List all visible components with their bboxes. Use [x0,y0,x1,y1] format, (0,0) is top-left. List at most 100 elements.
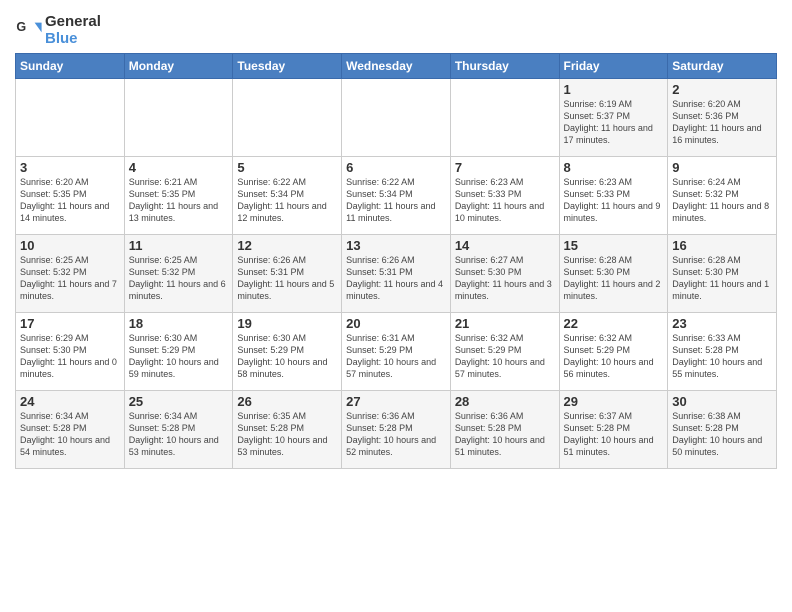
day-number: 25 [129,394,229,409]
day-number: 28 [455,394,555,409]
day-cell [233,79,342,157]
day-cell: 24Sunrise: 6:34 AM Sunset: 5:28 PM Dayli… [16,391,125,469]
day-cell: 17Sunrise: 6:29 AM Sunset: 5:30 PM Dayli… [16,313,125,391]
week-row-5: 24 Sunrise: 6:34 AM Sunset: 5:28 PM Dayli… [16,391,777,469]
day-cell: 23Sunrise: 6:33 AM Sunset: 5:28 PM Dayli… [668,313,777,391]
col-header-tuesday: Tuesday [233,54,342,79]
day-info: Sunrise: 6:26 AM Sunset: 5:31 PM Dayligh… [346,254,446,303]
day-number: 30 [672,394,772,409]
day-number: 26 [237,394,337,409]
day-info: Sunrise: 6:28 AM Sunset: 5:30 PM Dayligh… [564,254,664,303]
col-header-saturday: Saturday [668,54,777,79]
day-number: 10 [20,238,120,253]
day-number: 16 [672,238,772,253]
day-number: 24 [20,394,120,409]
day-info: Sunrise: 6:24 AM Sunset: 5:32 PM Dayligh… [672,176,772,225]
day-info: Sunrise: 6:34 AM Sunset: 5:28 PM Dayligh… [129,410,229,459]
day-cell: 30Sunrise: 6:38 AM Sunset: 5:28 PM Dayli… [668,391,777,469]
day-info: Sunrise: 6:21 AM Sunset: 5:35 PM Dayligh… [129,176,229,225]
day-info: Sunrise: 6:20 AM Sunset: 5:35 PM Dayligh… [20,176,120,225]
day-info: Sunrise: 6:30 AM Sunset: 5:29 PM Dayligh… [237,332,337,381]
day-cell: 27Sunrise: 6:36 AM Sunset: 5:28 PM Dayli… [342,391,451,469]
day-number: 3 [20,160,120,175]
day-number: 19 [237,316,337,331]
day-number: 5 [237,160,337,175]
day-number: 13 [346,238,446,253]
day-info: Sunrise: 6:38 AM Sunset: 5:28 PM Dayligh… [672,410,772,459]
day-number: 9 [672,160,772,175]
day-number: 22 [564,316,664,331]
day-info: Sunrise: 6:22 AM Sunset: 5:34 PM Dayligh… [237,176,337,225]
day-info: Sunrise: 6:37 AM Sunset: 5:28 PM Dayligh… [564,410,664,459]
day-cell: 26Sunrise: 6:35 AM Sunset: 5:28 PM Dayli… [233,391,342,469]
week-row-3: 10Sunrise: 6:25 AM Sunset: 5:32 PM Dayli… [16,235,777,313]
day-cell: 8Sunrise: 6:23 AM Sunset: 5:33 PM Daylig… [559,157,668,235]
col-header-sunday: Sunday [16,54,125,79]
day-number: 7 [455,160,555,175]
calendar-table: SundayMondayTuesdayWednesdayThursdayFrid… [15,53,777,469]
day-info: Sunrise: 6:28 AM Sunset: 5:30 PM Dayligh… [672,254,772,303]
col-header-friday: Friday [559,54,668,79]
day-number: 6 [346,160,446,175]
logo: G General Blue [15,14,101,47]
day-cell: 14Sunrise: 6:27 AM Sunset: 5:30 PM Dayli… [450,235,559,313]
col-header-thursday: Thursday [450,54,559,79]
day-number: 23 [672,316,772,331]
day-cell: 7Sunrise: 6:23 AM Sunset: 5:33 PM Daylig… [450,157,559,235]
col-header-wednesday: Wednesday [342,54,451,79]
day-info: Sunrise: 6:25 AM Sunset: 5:32 PM Dayligh… [20,254,120,303]
day-cell: 16Sunrise: 6:28 AM Sunset: 5:30 PM Dayli… [668,235,777,313]
day-info: Sunrise: 6:19 AM Sunset: 5:37 PM Dayligh… [564,98,664,147]
day-number: 14 [455,238,555,253]
day-cell: 6Sunrise: 6:22 AM Sunset: 5:34 PM Daylig… [342,157,451,235]
day-cell: 10Sunrise: 6:25 AM Sunset: 5:32 PM Dayli… [16,235,125,313]
day-info: Sunrise: 6:30 AM Sunset: 5:29 PM Dayligh… [129,332,229,381]
week-row-2: 3Sunrise: 6:20 AM Sunset: 5:35 PM Daylig… [16,157,777,235]
day-cell: 9Sunrise: 6:24 AM Sunset: 5:32 PM Daylig… [668,157,777,235]
day-info: Sunrise: 6:23 AM Sunset: 5:33 PM Dayligh… [564,176,664,225]
day-info: Sunrise: 6:32 AM Sunset: 5:29 PM Dayligh… [564,332,664,381]
col-header-monday: Monday [124,54,233,79]
week-row-4: 17Sunrise: 6:29 AM Sunset: 5:30 PM Dayli… [16,313,777,391]
day-cell: 28Sunrise: 6:36 AM Sunset: 5:28 PM Dayli… [450,391,559,469]
day-number: 18 [129,316,229,331]
week-row-1: 1Sunrise: 6:19 AM Sunset: 5:37 PM Daylig… [16,79,777,157]
day-cell [450,79,559,157]
day-info: Sunrise: 6:23 AM Sunset: 5:33 PM Dayligh… [455,176,555,225]
day-number: 8 [564,160,664,175]
day-cell: 13Sunrise: 6:26 AM Sunset: 5:31 PM Dayli… [342,235,451,313]
day-cell: 11Sunrise: 6:25 AM Sunset: 5:32 PM Dayli… [124,235,233,313]
day-info: Sunrise: 6:36 AM Sunset: 5:28 PM Dayligh… [346,410,446,459]
day-cell [16,79,125,157]
main-container: G General Blue SundayMondayTuesdayWednes… [0,0,792,479]
day-info: Sunrise: 6:22 AM Sunset: 5:34 PM Dayligh… [346,176,446,225]
logo-text: General Blue [45,14,101,47]
day-number: 21 [455,316,555,331]
day-info: Sunrise: 6:33 AM Sunset: 5:28 PM Dayligh… [672,332,772,381]
day-cell: 3Sunrise: 6:20 AM Sunset: 5:35 PM Daylig… [16,157,125,235]
day-cell [342,79,451,157]
day-number: 2 [672,82,772,97]
logo-icon: G [15,17,43,45]
day-number: 27 [346,394,446,409]
day-cell: 2Sunrise: 6:20 AM Sunset: 5:36 PM Daylig… [668,79,777,157]
day-info: Sunrise: 6:25 AM Sunset: 5:32 PM Dayligh… [129,254,229,303]
day-cell: 5Sunrise: 6:22 AM Sunset: 5:34 PM Daylig… [233,157,342,235]
day-number: 1 [564,82,664,97]
day-number: 11 [129,238,229,253]
day-cell: 4Sunrise: 6:21 AM Sunset: 5:35 PM Daylig… [124,157,233,235]
day-info: Sunrise: 6:20 AM Sunset: 5:36 PM Dayligh… [672,98,772,147]
day-info: Sunrise: 6:26 AM Sunset: 5:31 PM Dayligh… [237,254,337,303]
day-info: Sunrise: 6:32 AM Sunset: 5:29 PM Dayligh… [455,332,555,381]
day-cell: 15Sunrise: 6:28 AM Sunset: 5:30 PM Dayli… [559,235,668,313]
day-info: Sunrise: 6:27 AM Sunset: 5:30 PM Dayligh… [455,254,555,303]
day-number: 15 [564,238,664,253]
day-cell: 29Sunrise: 6:37 AM Sunset: 5:28 PM Dayli… [559,391,668,469]
day-info: Sunrise: 6:29 AM Sunset: 5:30 PM Dayligh… [20,332,120,381]
day-cell: 21Sunrise: 6:32 AM Sunset: 5:29 PM Dayli… [450,313,559,391]
day-cell: 1Sunrise: 6:19 AM Sunset: 5:37 PM Daylig… [559,79,668,157]
day-cell: 18Sunrise: 6:30 AM Sunset: 5:29 PM Dayli… [124,313,233,391]
day-cell [124,79,233,157]
day-cell: 12Sunrise: 6:26 AM Sunset: 5:31 PM Dayli… [233,235,342,313]
header-row: SundayMondayTuesdayWednesdayThursdayFrid… [16,54,777,79]
